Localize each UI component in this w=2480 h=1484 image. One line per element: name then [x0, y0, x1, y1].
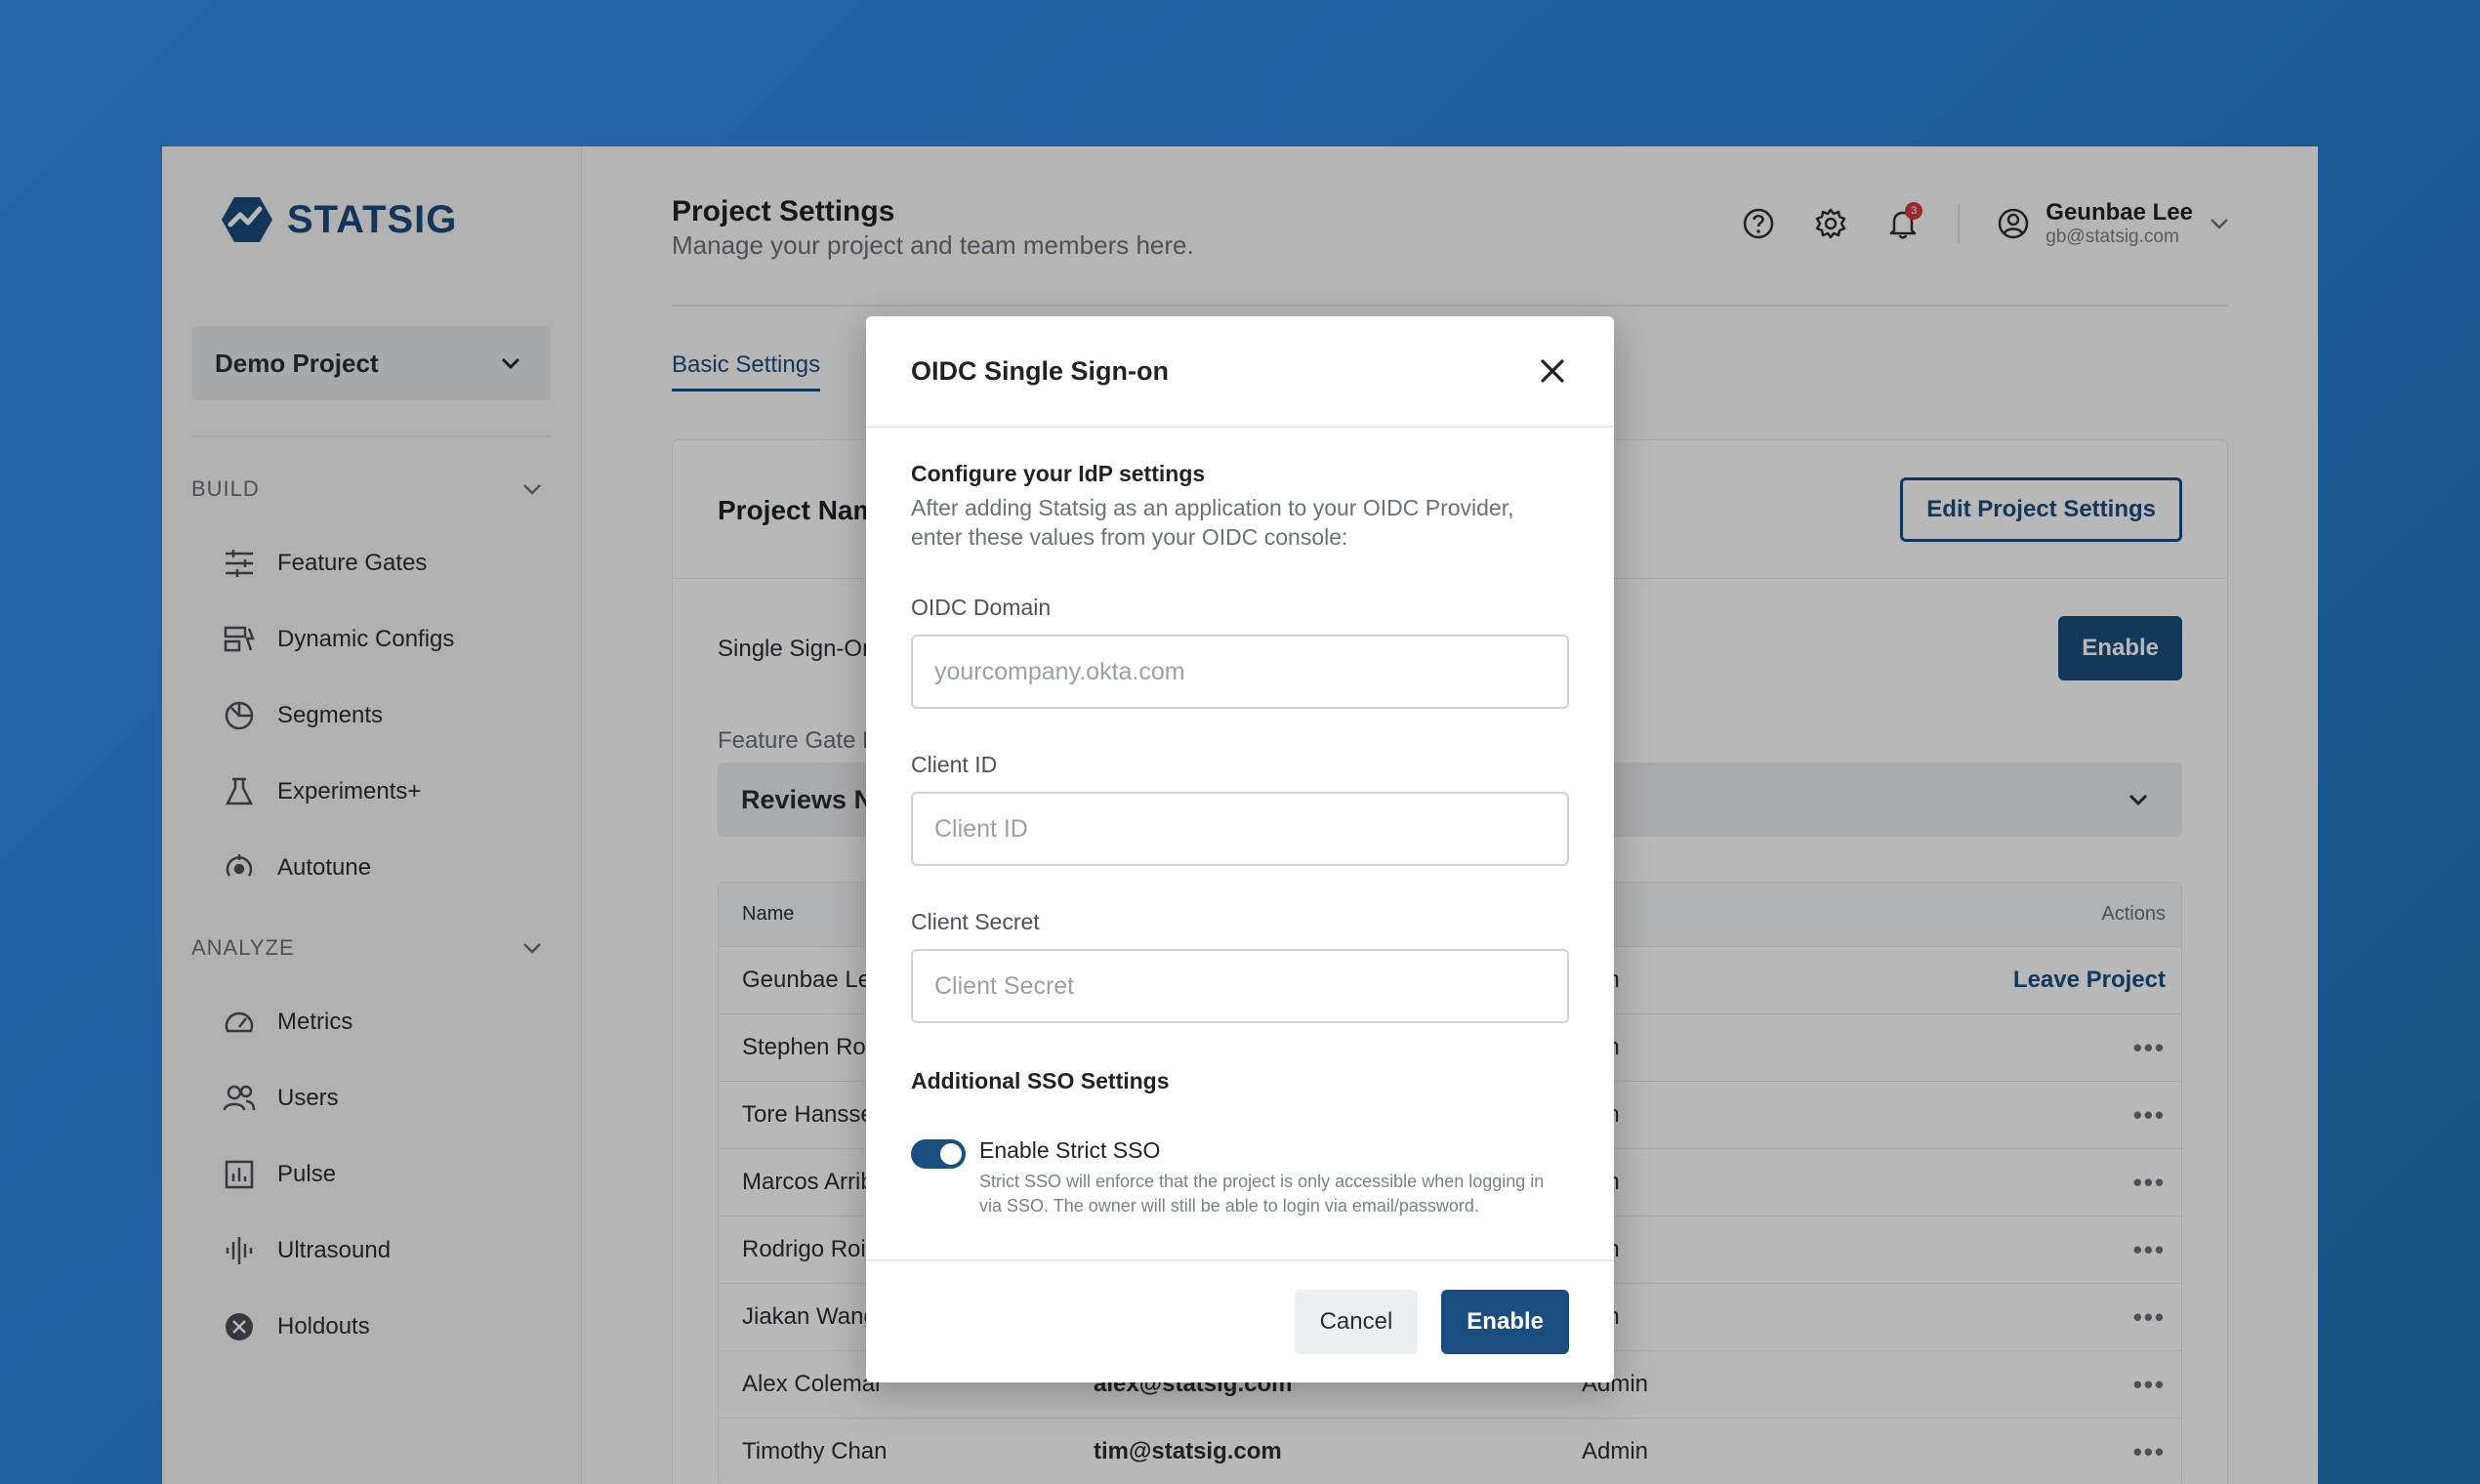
client-id-label: Client ID: [911, 752, 998, 777]
client-secret-input[interactable]: [911, 949, 1569, 1023]
strict-sso-title: Enable Strict SSO: [979, 1137, 1161, 1163]
modal-body: Configure your IdP settings After adding…: [911, 461, 1569, 1218]
oidc-domain-input[interactable]: [911, 635, 1569, 709]
modal-header: OIDC Single Sign-on: [866, 316, 1614, 428]
close-icon[interactable]: [1536, 354, 1569, 388]
client-id-input[interactable]: [911, 792, 1569, 866]
additional-sso-heading: Additional SSO Settings: [911, 1068, 1170, 1093]
modal-footer: Cancel Enable: [866, 1259, 1614, 1382]
oidc-domain-label: OIDC Domain: [911, 595, 1052, 620]
enable-button[interactable]: Enable: [1441, 1290, 1569, 1354]
cancel-button[interactable]: Cancel: [1294, 1290, 1419, 1354]
oidc-sso-modal: OIDC Single Sign-on Configure your IdP s…: [866, 316, 1614, 1382]
toggle-knob: [940, 1143, 962, 1165]
strict-sso-text: Enable Strict SSO Strict SSO will enforc…: [979, 1137, 1569, 1218]
modal-title: OIDC Single Sign-on: [911, 355, 1169, 386]
idp-settings-heading: Configure your IdP settings: [911, 461, 1206, 486]
idp-settings-description: After adding Statsig as an application t…: [911, 495, 1514, 550]
client-secret-label: Client Secret: [911, 909, 1040, 934]
strict-sso-description: Strict SSO will enforce that the project…: [979, 1172, 1545, 1216]
strict-sso-toggle[interactable]: [911, 1139, 966, 1169]
strict-sso-row: Enable Strict SSO Strict SSO will enforc…: [911, 1137, 1569, 1218]
